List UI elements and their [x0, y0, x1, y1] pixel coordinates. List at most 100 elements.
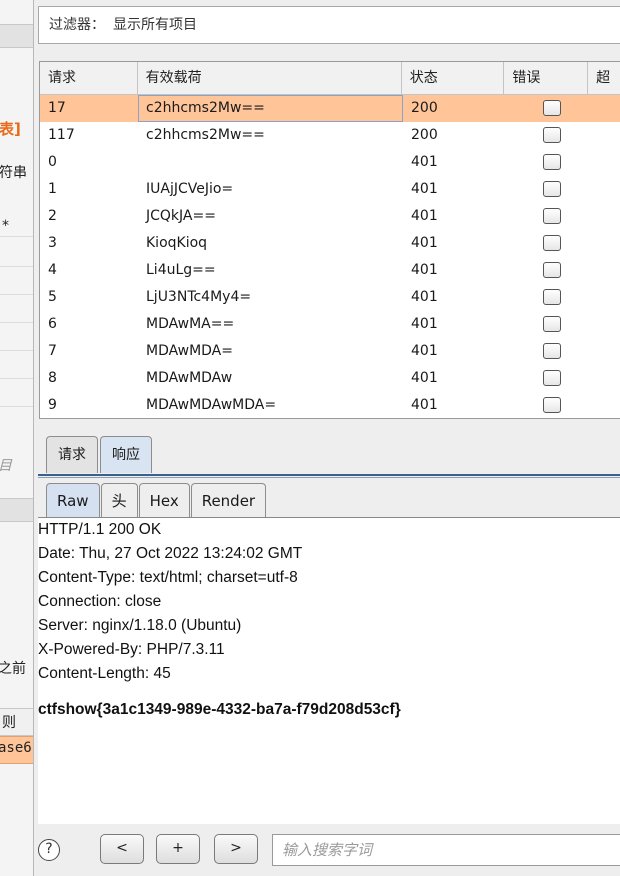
cell-request: 8 — [48, 370, 57, 386]
response-line: Connection: close — [38, 593, 162, 610]
cell-status: 200 — [411, 127, 438, 143]
left-panel-row[interactable] — [0, 352, 33, 379]
cell-request: 5 — [48, 289, 57, 305]
cell-error — [506, 284, 590, 311]
table-row[interactable]: 3 KioqKioq 401 — [40, 230, 620, 257]
cell-error — [506, 122, 590, 149]
left-panel-row[interactable] — [0, 296, 33, 323]
cell-error — [506, 149, 590, 176]
cell-error — [506, 338, 590, 365]
cell-payload: c2hhcms2Mw== — [138, 95, 403, 122]
tab-headers[interactable]: 头 — [100, 483, 138, 518]
table-row[interactable]: 0 401 — [40, 149, 620, 176]
filter-bar[interactable]: 过滤器： 显示所有项目 — [38, 6, 620, 44]
error-checkbox[interactable] — [543, 289, 561, 305]
error-checkbox[interactable] — [543, 397, 561, 413]
tab-raw[interactable]: Raw — [46, 483, 100, 518]
error-checkbox[interactable] — [543, 343, 561, 359]
cell-status: 401 — [411, 316, 438, 332]
cell-request: 7 — [48, 343, 57, 359]
cell-status: 401 — [411, 370, 438, 386]
error-checkbox[interactable] — [543, 370, 561, 386]
left-panel-case-text: ase6 — [0, 740, 32, 756]
cell-request: 6 — [48, 316, 57, 332]
left-panel-asterisk-text: * — [2, 218, 9, 234]
left-panel-row[interactable] — [0, 268, 33, 295]
left-panel-row[interactable] — [0, 240, 33, 267]
tab-render[interactable]: Render — [190, 483, 267, 518]
response-line: Content-Length: 45 — [38, 665, 171, 682]
cell-status: 401 — [411, 154, 438, 170]
cell-payload: MDAwMDAw — [146, 370, 233, 386]
left-panel-row[interactable] — [0, 324, 33, 351]
cell-payload: MDAwMA== — [146, 316, 235, 332]
table-row[interactable]: 8 MDAwMDAw 401 — [40, 365, 620, 392]
tab-response[interactable]: 响应 — [100, 436, 152, 473]
error-checkbox[interactable] — [543, 208, 561, 224]
error-checkbox[interactable] — [543, 154, 561, 170]
error-checkbox[interactable] — [543, 127, 561, 143]
response-editor[interactable]: HTTP/1.1 200 OK Date: Thu, 27 Oct 2022 1… — [38, 518, 620, 824]
left-panel-rule-text: 则 — [2, 715, 16, 731]
cell-request: 9 — [48, 397, 57, 413]
response-line: Server: nginx/1.18.0 (Ubuntu) — [38, 617, 242, 634]
cell-request: 4 — [48, 262, 57, 278]
cell-payload: IUAjJCVeJio= — [146, 181, 234, 197]
tab-request[interactable]: 请求 — [46, 436, 98, 473]
cell-payload — [138, 149, 403, 176]
table-row[interactable]: 9 MDAwMDAwMDA= 401 — [40, 392, 620, 418]
help-icon[interactable]: ? — [38, 839, 60, 861]
cell-payload: c2hhcms2Mw== — [146, 127, 265, 143]
response-line: Content-Type: text/html; charset=utf-8 — [38, 569, 298, 586]
left-panel-band — [0, 498, 33, 522]
tab-hex[interactable]: Hex — [138, 483, 190, 518]
left-panel-header-band — [0, 24, 33, 48]
cell-request: 17 — [48, 100, 66, 116]
error-checkbox[interactable] — [543, 235, 561, 251]
table-row[interactable]: 117 c2hhcms2Mw== 200 — [40, 122, 620, 149]
add-search-button[interactable]: + — [156, 834, 200, 864]
left-panel-row[interactable] — [0, 380, 33, 407]
column-header-payload[interactable]: 有效载荷 — [138, 62, 402, 94]
cell-payload: JCQkJA== — [146, 208, 216, 224]
cell-request: 117 — [48, 127, 75, 143]
search-input[interactable]: 输入搜索字词 — [272, 834, 620, 866]
previous-match-button[interactable]: < — [100, 834, 144, 864]
cell-status: 401 — [411, 343, 438, 359]
column-header-error[interactable]: 错误 — [504, 62, 589, 94]
error-checkbox[interactable] — [543, 181, 561, 197]
cell-error — [506, 203, 590, 230]
next-match-button[interactable]: > — [214, 834, 258, 864]
left-panel-before-text: 之前 — [0, 661, 26, 677]
filter-label: 过滤器： — [49, 17, 105, 33]
cell-error — [506, 176, 590, 203]
error-checkbox[interactable] — [543, 316, 561, 332]
tab-divider — [38, 474, 620, 476]
error-checkbox[interactable] — [543, 100, 561, 116]
view-tabs: Raw 头 Hex Render — [46, 483, 267, 519]
table-row[interactable]: 1 IUAjJCVeJio= 401 — [40, 176, 620, 203]
table-row[interactable]: 4 Li4uLg== 401 — [40, 257, 620, 284]
column-header-timeout[interactable]: 超 — [588, 62, 620, 94]
column-header-status[interactable]: 状态 — [402, 62, 505, 94]
cell-payload: MDAwMDA= — [146, 343, 233, 359]
table-row[interactable]: 6 MDAwMA== 401 — [40, 311, 620, 338]
cell-payload: KioqKioq — [146, 235, 208, 251]
error-checkbox[interactable] — [543, 262, 561, 278]
intruder-results-panel: 过滤器： 显示所有项目 请求 有效载荷 状态 错误 超 17 c2hhcms2Mw… — [34, 0, 620, 876]
cell-payload: Li4uLg== — [146, 262, 216, 278]
cell-error — [506, 95, 590, 122]
column-header-request[interactable]: 请求 — [40, 62, 138, 94]
cell-status: 401 — [411, 181, 438, 197]
cell-error — [506, 257, 590, 284]
filter-value: 显示所有项目 — [113, 17, 197, 33]
table-row[interactable]: 7 MDAwMDA= 401 — [40, 338, 620, 365]
cell-request: 1 — [48, 181, 57, 197]
table-row[interactable]: 5 LjU3NTc4My4= 401 — [40, 284, 620, 311]
table-row[interactable]: 2 JCQkJA== 401 — [40, 203, 620, 230]
left-panel-string-text: 符串 — [0, 165, 27, 181]
table-row[interactable]: 17 c2hhcms2Mw== 200 — [40, 95, 620, 122]
detail-tabs: 请求 响应 — [46, 436, 154, 474]
cell-status: 401 — [411, 235, 438, 251]
cell-error — [506, 392, 590, 418]
